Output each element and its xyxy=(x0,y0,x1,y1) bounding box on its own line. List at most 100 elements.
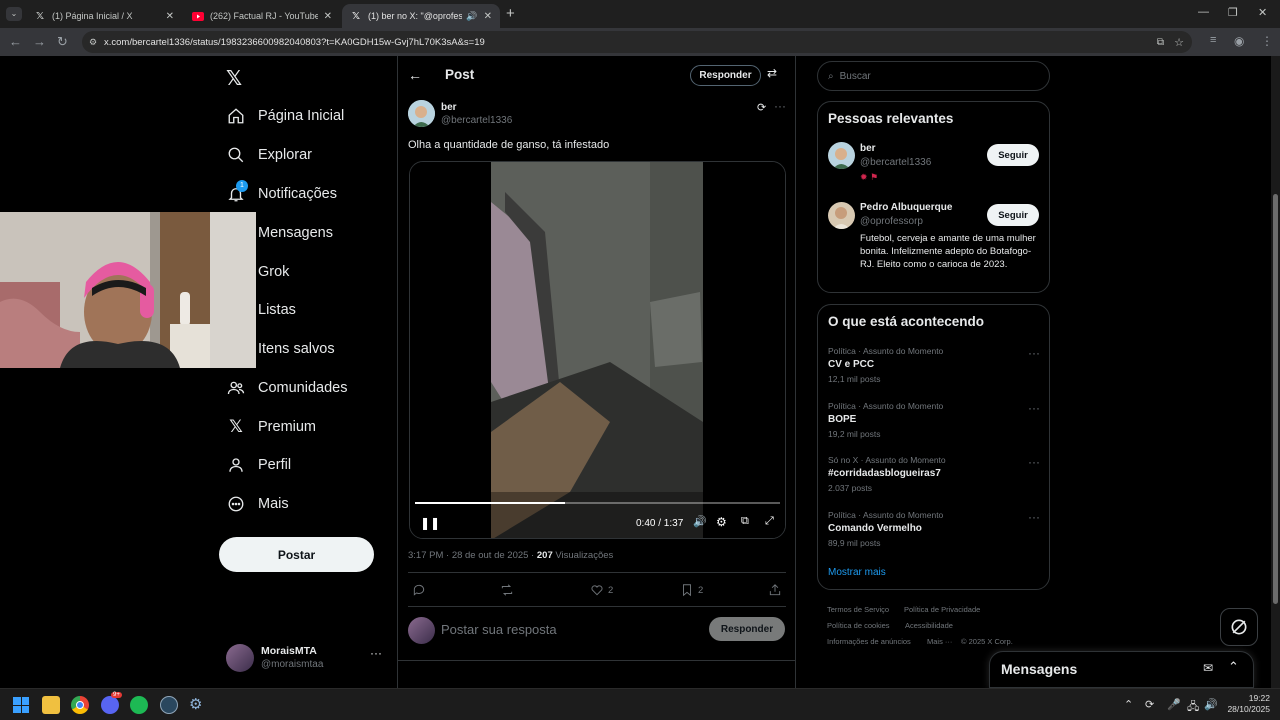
video-player[interactable]: ❚❚ 0:40 / 1:37 🔊 ⚙ ⧉ ⤢ xyxy=(409,161,786,539)
sidebar-item-profile[interactable]: Perfil xyxy=(226,453,291,477)
footer-link-privacy[interactable]: Política de Privacidade xyxy=(904,605,980,614)
fullscreen-icon[interactable]: ⤢ xyxy=(765,515,774,528)
sidebar-item-communities[interactable]: Comunidades xyxy=(226,376,347,400)
browser-tab-home[interactable]: 𝕏 (1) Página Inicial / X ✕ xyxy=(26,4,182,28)
close-icon[interactable]: ✕ xyxy=(166,11,174,22)
windows-start-icon[interactable] xyxy=(13,697,29,713)
more-icon[interactable]: ··· xyxy=(1028,510,1040,524)
settings-icon[interactable]: ⚙ xyxy=(716,515,727,529)
person-handle[interactable]: @oprofessorp xyxy=(860,216,923,227)
volume-icon[interactable]: 🔊 xyxy=(693,515,707,528)
avatar[interactable] xyxy=(828,142,855,169)
sidebar-item-notifications[interactable]: 1 Notificações xyxy=(226,180,337,206)
trend-item[interactable]: Política · Assunto do Momento CV e PCC 1… xyxy=(828,346,1040,384)
bookmark-star-icon[interactable]: ☆ xyxy=(1174,36,1184,49)
footer-link-cookies[interactable]: Política de cookies xyxy=(827,621,890,630)
microphone-icon[interactable]: 🎤 xyxy=(1167,698,1181,711)
grok-floating-button[interactable] xyxy=(1220,608,1258,646)
network-icon[interactable]: 🖧 xyxy=(1187,698,1199,717)
more-icon[interactable]: ··· xyxy=(1028,455,1040,469)
sidebar-item-home[interactable]: Página Inicial xyxy=(226,104,344,128)
post-more-icon[interactable]: ··· xyxy=(774,99,786,113)
messages-drawer[interactable]: Mensagens ✉ ⌃ xyxy=(989,651,1254,688)
sidebar-item-premium[interactable]: 𝕏 Premium xyxy=(226,415,316,439)
repost-action[interactable] xyxy=(500,583,518,597)
clock[interactable]: 19:22 28/10/2025 xyxy=(1226,693,1270,715)
speaker-icon[interactable]: 🔊 xyxy=(466,11,477,22)
reply-submit-button[interactable]: Responder xyxy=(709,617,785,641)
footer-link-terms[interactable]: Termos de Serviço xyxy=(827,605,889,614)
show-more-link[interactable]: Mostrar mais xyxy=(828,567,886,578)
browser-tab-active[interactable]: 𝕏 (1) ber no X: "@oprofessorp 🔊 ✕ xyxy=(342,4,500,28)
tab-search-button[interactable]: ⌄ xyxy=(6,7,22,21)
chrome-menu-icon[interactable]: ⋮ xyxy=(1261,34,1273,48)
search-input[interactable]: ⌕ Buscar xyxy=(817,61,1050,91)
avatar[interactable] xyxy=(828,202,855,229)
footer-link-accessibility[interactable]: Acessibilidade xyxy=(905,621,953,630)
notification-badge: 1 xyxy=(236,180,248,192)
like-action[interactable]: 2 xyxy=(590,583,613,597)
x-logo-icon[interactable]: 𝕏 xyxy=(226,66,246,90)
media-control-icon[interactable]: ≡ xyxy=(1210,34,1216,46)
footer-link-more[interactable]: Mais ··· xyxy=(927,637,952,646)
follow-button[interactable]: Seguir xyxy=(987,204,1039,226)
reply-action[interactable] xyxy=(412,583,430,597)
back-arrow-icon[interactable]: ← xyxy=(408,67,422,83)
site-info-icon[interactable]: ⚙ xyxy=(89,37,97,48)
scrollbar-thumb[interactable] xyxy=(1273,194,1278,604)
tray-arrow-icon[interactable]: ⌃ xyxy=(1124,698,1133,711)
more-icon[interactable]: ··· xyxy=(1028,346,1040,360)
browser-tab-youtube[interactable]: (262) Factual RJ - YouTube ✕ xyxy=(184,4,340,28)
install-icon[interactable]: ⧉ xyxy=(1157,37,1164,48)
steam-icon[interactable] xyxy=(160,696,178,714)
sidebar-item-explore[interactable]: Explorar xyxy=(226,143,312,167)
author-name[interactable]: ber xyxy=(441,102,457,113)
close-window-icon[interactable]: ✕ xyxy=(1258,6,1267,19)
close-icon[interactable]: ✕ xyxy=(324,11,332,22)
sidebar-item-more[interactable]: Mais xyxy=(226,492,289,516)
maximize-icon[interactable]: ❐ xyxy=(1228,6,1238,19)
spotify-icon[interactable] xyxy=(130,696,148,714)
page-scrollbar[interactable] xyxy=(1271,56,1280,688)
post-timestamp[interactable]: 3:17 PM · 28 de out de 2025 · xyxy=(408,550,537,561)
settings-app-icon[interactable]: ⚙ xyxy=(189,696,207,714)
filter-icon[interactable]: ⇄ xyxy=(767,66,777,80)
account-switcher[interactable]: MoraisMTA @moraismtaa ··· xyxy=(226,642,386,678)
bookmark-action[interactable]: 2 xyxy=(680,583,703,597)
chrome-icon[interactable] xyxy=(71,696,89,714)
reply-header-button[interactable]: Responder xyxy=(690,65,761,86)
person-handle[interactable]: @bercartel1336 xyxy=(860,157,931,168)
follow-button[interactable]: Seguir xyxy=(987,144,1039,166)
back-icon[interactable]: ← xyxy=(9,34,22,49)
reply-input[interactable]: Postar sua resposta xyxy=(441,622,691,637)
author-avatar[interactable] xyxy=(408,100,435,127)
trend-item[interactable]: Política · Assunto do Momento Comando Ve… xyxy=(828,510,1040,548)
more-icon[interactable]: ··· xyxy=(370,646,382,660)
sync-icon[interactable]: ⟳ xyxy=(1145,698,1154,711)
speaker-tray-icon[interactable]: 🔊 xyxy=(1204,698,1218,711)
file-explorer-icon[interactable] xyxy=(42,696,60,714)
forward-icon[interactable]: → xyxy=(33,34,46,49)
trend-item[interactable]: Só no X · Assunto do Momento #corridadas… xyxy=(828,455,1040,493)
person-name[interactable]: ber xyxy=(860,143,876,154)
grok-post-icon[interactable]: ⟳ xyxy=(757,101,766,114)
close-icon[interactable]: ✕ xyxy=(484,11,492,22)
profile-icon[interactable]: ◉ xyxy=(1234,34,1244,48)
share-action[interactable] xyxy=(768,583,786,597)
address-bar[interactable]: ⚙ x.com/bercartel1336/status/19832366009… xyxy=(82,31,1192,53)
trend-item[interactable]: Política · Assunto do Momento BOPE 19,2 … xyxy=(828,401,1040,439)
reload-icon[interactable]: ↻ xyxy=(57,34,68,50)
footer-link-ads[interactable]: Informações de anúncios xyxy=(827,637,911,646)
post-button[interactable]: Postar xyxy=(219,537,374,572)
minimize-icon[interactable]: — xyxy=(1198,6,1209,18)
picture-in-picture-icon[interactable]: ⧉ xyxy=(741,515,749,528)
person-name[interactable]: Pedro Albuquerque xyxy=(860,202,952,213)
video-progress-track[interactable] xyxy=(415,502,780,504)
new-message-icon[interactable]: ✉ xyxy=(1203,661,1213,675)
author-handle[interactable]: @bercartel1336 xyxy=(441,115,512,126)
collapse-icon[interactable]: ⌃ xyxy=(1228,659,1239,675)
pause-icon[interactable]: ❚❚ xyxy=(420,516,440,530)
more-icon[interactable]: ··· xyxy=(1028,401,1040,415)
discord-icon[interactable]: 9+ xyxy=(101,692,122,714)
new-tab-button[interactable]: + xyxy=(506,5,515,22)
